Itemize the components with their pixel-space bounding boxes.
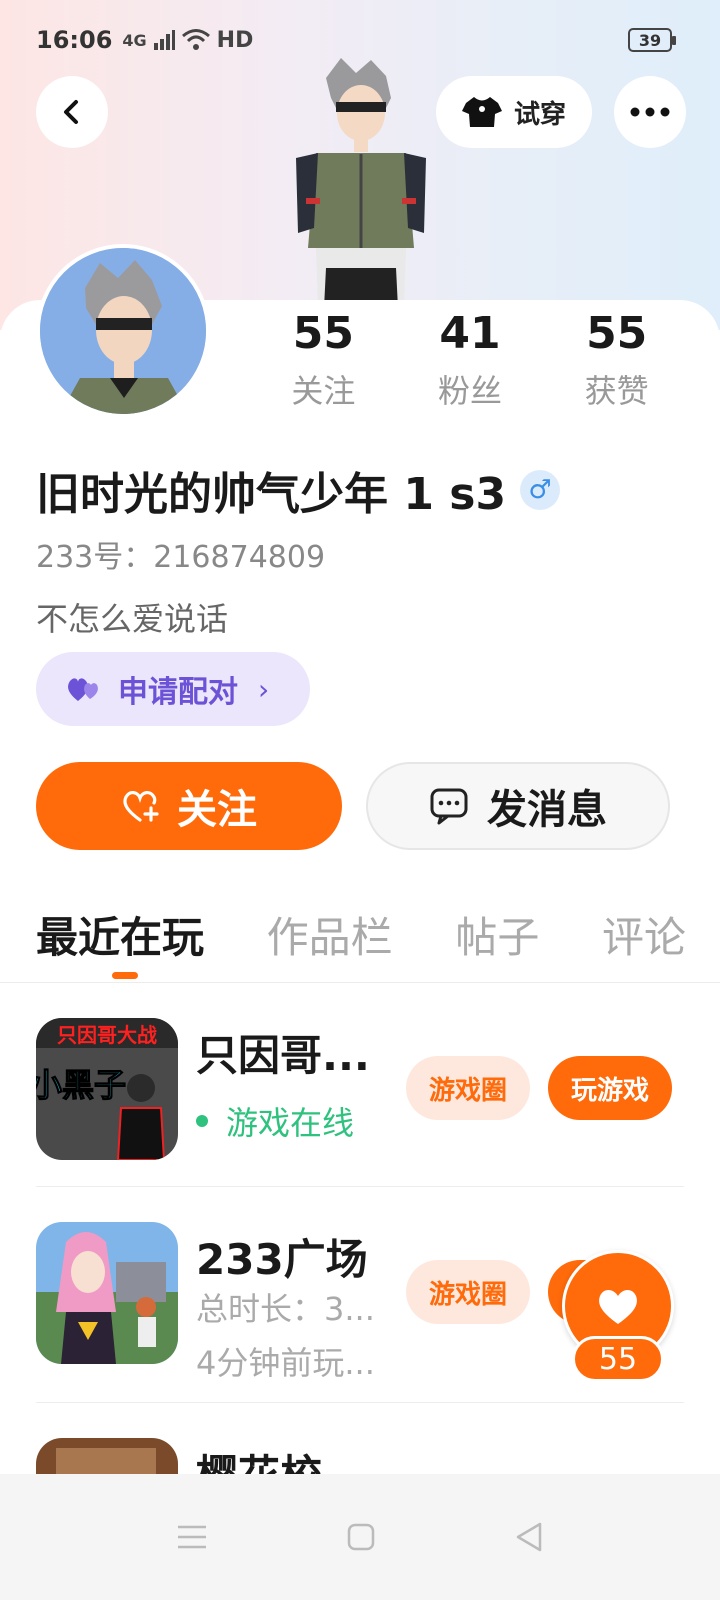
game-name: 233广场 — [196, 1235, 368, 1284]
hearts-icon — [68, 678, 98, 701]
send-message-button[interactable]: 发消息 — [366, 762, 670, 850]
game-icon-title: 只因哥大战 — [57, 1023, 157, 1047]
menu-icon[interactable] — [177, 1524, 207, 1550]
avatar-image — [40, 248, 206, 414]
character-figure — [296, 58, 426, 308]
signal-icon: 4G — [122, 30, 147, 50]
game-name: 樱花校... — [196, 1442, 370, 1474]
game-last-played: 4分钟前玩... — [196, 1344, 375, 1382]
male-icon: ♂ — [520, 470, 561, 510]
avatar[interactable] — [36, 244, 210, 418]
user-id: 233号：216874809 — [36, 540, 326, 575]
floating-like-button[interactable]: 55 — [562, 1250, 674, 1382]
signal-bars-icon — [153, 30, 175, 50]
game-name: 只因哥... — [196, 1031, 370, 1080]
profile-tabs: 最近在玩 作品栏 帖子 评论 — [36, 904, 686, 965]
try-on-button[interactable]: 试穿 — [436, 76, 592, 148]
divider — [36, 1402, 684, 1403]
tshirt-icon — [461, 97, 502, 127]
send-message-label: 发消息 — [487, 787, 607, 833]
divider — [0, 982, 720, 983]
divider — [36, 1186, 684, 1187]
hd-label: HD — [216, 27, 254, 53]
stat-likes[interactable]: 55 获赞 — [543, 308, 690, 412]
back-button[interactable] — [36, 76, 108, 148]
stat-followers[interactable]: 41 粉丝 — [397, 308, 544, 412]
chat-bubble-icon — [430, 788, 468, 825]
active-tab-indicator — [112, 972, 138, 979]
stat-following[interactable]: 55 关注 — [250, 308, 397, 412]
game-icon — [36, 1222, 178, 1364]
chevron-right-icon: › — [258, 672, 270, 706]
tab-works[interactable]: 作品栏 — [267, 904, 393, 965]
game-status-text: 游戏在线 — [226, 1104, 355, 1142]
online-dot-icon — [196, 1115, 208, 1127]
more-button[interactable] — [614, 76, 686, 148]
game-circle-button[interactable]: 游戏圈 — [406, 1260, 530, 1324]
game-circle-button[interactable]: 游戏圈 — [406, 1056, 530, 1120]
home-icon[interactable] — [347, 1523, 375, 1551]
game-icon — [36, 1438, 178, 1474]
heart-icon — [599, 1289, 637, 1324]
heart-plus-icon — [123, 791, 159, 822]
tab-comments[interactable]: 评论 — [602, 904, 686, 965]
chevron-left-icon — [64, 100, 78, 124]
profile-stats: 55 关注 41 粉丝 55 获赞 — [250, 308, 690, 412]
game-icon: 只因哥大战 小黑子 — [36, 1018, 178, 1160]
stat-value: 55 — [292, 308, 354, 359]
stat-label: 关注 — [291, 372, 356, 411]
like-count: 55 — [572, 1336, 664, 1382]
username-text: 旧时光的帅气少年 1 s3 — [36, 469, 507, 520]
stat-value: 55 — [586, 308, 648, 359]
game-icon-subtitle: 小黑子 — [36, 1066, 126, 1104]
battery-icon: 39 — [628, 28, 676, 52]
status-time: 16:06 — [36, 26, 113, 54]
tab-recently-played[interactable]: 最近在玩 — [36, 904, 204, 965]
game-playtime: 总时长：3... — [196, 1290, 375, 1328]
game-item[interactable]: 樱花校... — [36, 1438, 684, 1474]
stat-label: 获赞 — [584, 372, 649, 411]
back-triangle-icon[interactable] — [515, 1522, 543, 1552]
game-online-status: 游戏在线 — [196, 1098, 354, 1144]
follow-button[interactable]: 关注 — [36, 762, 342, 850]
request-pair-button[interactable]: 申请配对 › — [36, 652, 310, 726]
stat-value: 41 — [439, 308, 501, 359]
game-item[interactable]: 只因哥大战 小黑子 只因哥... 游戏在线 游戏圈 玩游戏 — [36, 1018, 684, 1208]
username: 旧时光的帅气少年 1 s3 ♂ — [36, 458, 561, 522]
try-on-label: 试穿 — [513, 99, 566, 130]
system-nav-bar — [0, 1474, 720, 1600]
tab-posts[interactable]: 帖子 — [455, 904, 539, 965]
stat-label: 粉丝 — [438, 372, 503, 411]
more-icon — [630, 107, 670, 117]
wifi-icon — [181, 29, 210, 50]
follow-label: 关注 — [177, 787, 257, 833]
play-game-button[interactable]: 玩游戏 — [548, 1056, 672, 1120]
bio: 不怎么爱说话 — [36, 600, 229, 638]
request-pair-label: 申请配对 — [118, 675, 238, 710]
